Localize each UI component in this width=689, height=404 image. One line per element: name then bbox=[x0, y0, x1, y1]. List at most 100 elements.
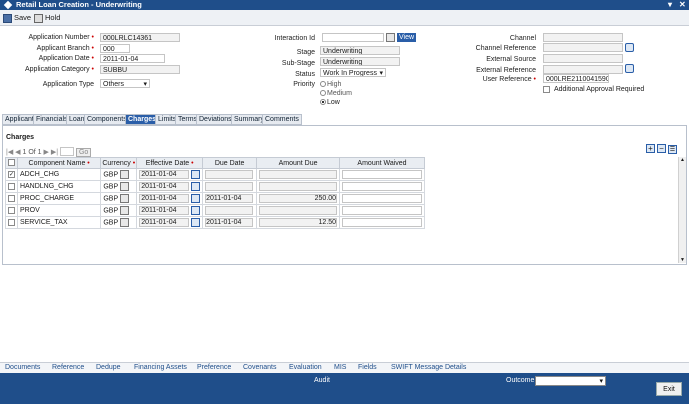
external-reference-field[interactable] bbox=[543, 65, 623, 74]
floppy-disk-icon bbox=[3, 13, 12, 23]
cell-effective-date[interactable]: 2011-01-04 bbox=[136, 204, 204, 217]
lov-search-icon[interactable] bbox=[119, 170, 129, 179]
charges-table: Component Name • Currency • Effective Da… bbox=[5, 157, 425, 229]
table-row[interactable]: PROC_CHARGE GBP 2011-01-04 2011-01-04 25… bbox=[5, 192, 425, 205]
lov-search-icon[interactable] bbox=[119, 182, 129, 191]
table-row[interactable]: ✓ ADCH_CHG GBP 2011-01-04 bbox=[5, 168, 425, 181]
cell-amount-waived[interactable] bbox=[339, 180, 425, 193]
link-dedupe[interactable]: Dedupe bbox=[96, 364, 121, 371]
sub-stage-field[interactable]: Underwriting bbox=[320, 57, 400, 66]
lov-search-icon[interactable] bbox=[119, 218, 129, 227]
row-select[interactable] bbox=[5, 216, 18, 229]
link-covenants[interactable]: Covenants bbox=[243, 364, 276, 371]
scroll-up-icon[interactable]: ▲ bbox=[680, 157, 685, 163]
link-reference[interactable]: Reference bbox=[52, 364, 84, 371]
cell-amount-waived[interactable] bbox=[339, 192, 425, 205]
interaction-id-field[interactable] bbox=[322, 33, 384, 42]
next-page-icon[interactable]: ▶ bbox=[44, 149, 49, 156]
calendar-icon[interactable] bbox=[191, 218, 201, 227]
row-select[interactable] bbox=[5, 192, 18, 205]
cell-amount-waived[interactable] bbox=[339, 168, 425, 181]
row-select[interactable]: ✓ bbox=[5, 168, 18, 181]
close-icon[interactable]: ✕ bbox=[679, 0, 686, 10]
calendar-icon[interactable] bbox=[191, 194, 201, 203]
cell-amount-due bbox=[256, 204, 341, 217]
priority-option-low[interactable]: Low bbox=[320, 98, 340, 107]
lov-search-icon[interactable] bbox=[119, 194, 129, 203]
calendar-icon[interactable] bbox=[191, 182, 201, 191]
save-button[interactable]: Save bbox=[3, 12, 31, 24]
scroll-down-icon[interactable]: ▼ bbox=[680, 257, 685, 263]
comment-icon[interactable] bbox=[625, 43, 634, 52]
link-preference[interactable]: Preference bbox=[197, 364, 231, 371]
view-button[interactable]: View bbox=[397, 33, 417, 42]
single-view-icon[interactable]: ☰ bbox=[667, 145, 677, 154]
status-label: Status bbox=[295, 71, 315, 78]
hold-button[interactable]: Hold bbox=[34, 12, 60, 24]
user-reference-field[interactable]: 000LRE2110041590 bbox=[543, 74, 609, 83]
select-all-header[interactable] bbox=[5, 157, 18, 169]
delete-row-icon[interactable]: − bbox=[656, 144, 666, 153]
channel-field[interactable] bbox=[543, 33, 623, 42]
link-financing-assets[interactable]: Financing Assets bbox=[134, 364, 187, 371]
page-number-input[interactable] bbox=[60, 147, 75, 156]
chevron-down-icon: ▾ bbox=[599, 378, 603, 385]
application-category-field[interactable]: SUBBU bbox=[100, 65, 180, 74]
cell-amount-waived[interactable] bbox=[339, 216, 425, 229]
status-select[interactable]: Work In Progress ▾ bbox=[320, 68, 386, 77]
last-page-icon[interactable]: ▶| bbox=[51, 149, 58, 156]
table-row[interactable]: PROV GBP 2011-01-04 bbox=[5, 204, 425, 217]
charges-panel: Charges |◀ ◀ 1 Of 1 ▶ ▶| Go + − ☰ Compon… bbox=[2, 125, 687, 265]
cell-effective-date[interactable]: 2011-01-04 bbox=[136, 180, 204, 193]
cell-due-date: 2011-01-04 bbox=[202, 216, 258, 229]
minimize-icon[interactable]: ▾ bbox=[668, 0, 672, 10]
cell-currency: GBP bbox=[100, 168, 138, 181]
table-row[interactable]: HANDLNG_CHG GBP 2011-01-04 bbox=[5, 180, 425, 193]
calendar-icon[interactable] bbox=[191, 170, 201, 179]
cell-amount-waived[interactable] bbox=[339, 204, 425, 217]
add-row-icon[interactable]: + bbox=[646, 144, 655, 153]
bottom-links-bar: Documents Reference Dedupe Financing Ass… bbox=[0, 362, 689, 373]
stage-field[interactable]: Underwriting bbox=[320, 46, 400, 55]
applicant-branch-field[interactable]: 000 bbox=[100, 44, 130, 53]
vertical-scrollbar[interactable]: ▲ ▼ bbox=[678, 157, 686, 263]
additional-approval-checkbox[interactable]: Additional Approval Required bbox=[543, 85, 644, 94]
tab-comments[interactable]: Comments bbox=[262, 114, 302, 125]
application-date-field[interactable]: 2011-01-04 bbox=[100, 54, 165, 63]
row-select[interactable] bbox=[5, 204, 18, 217]
exit-button[interactable]: Exit bbox=[656, 382, 682, 396]
cell-component: PROC_CHARGE bbox=[16, 192, 102, 205]
outcome-label: Outcome bbox=[506, 377, 535, 384]
priority-option-high[interactable]: High bbox=[320, 80, 341, 89]
first-page-icon[interactable]: |◀ bbox=[6, 149, 13, 156]
cell-effective-date[interactable]: 2011-01-04 bbox=[136, 216, 204, 229]
cell-effective-date[interactable]: 2011-01-04 bbox=[136, 168, 204, 181]
comment-icon[interactable] bbox=[625, 64, 634, 73]
outcome-select[interactable]: ▾ bbox=[535, 376, 606, 386]
external-source-field[interactable] bbox=[543, 54, 623, 63]
tab-deviations[interactable]: Deviations bbox=[196, 114, 235, 125]
link-fields[interactable]: Fields bbox=[358, 364, 377, 371]
application-type-select[interactable]: Others ▾ bbox=[100, 79, 150, 88]
tab-financials[interactable]: Financials bbox=[33, 114, 71, 125]
lov-search-icon[interactable] bbox=[119, 206, 129, 215]
go-button[interactable]: Go bbox=[75, 148, 92, 157]
calendar-icon[interactable] bbox=[191, 206, 201, 215]
toolbar: Save Hold bbox=[0, 10, 689, 26]
cell-effective-date[interactable]: 2011-01-04 bbox=[136, 192, 204, 205]
audit-link[interactable]: Audit bbox=[314, 377, 330, 384]
lov-search-icon[interactable] bbox=[386, 33, 395, 42]
link-documents[interactable]: Documents bbox=[5, 364, 40, 371]
row-select[interactable] bbox=[5, 180, 18, 193]
tab-components[interactable]: Components bbox=[84, 114, 130, 125]
link-mis[interactable]: MIS bbox=[334, 364, 346, 371]
tab-charges[interactable]: Charges bbox=[125, 114, 160, 125]
link-evaluation[interactable]: Evaluation bbox=[289, 364, 322, 371]
channel-reference-field[interactable] bbox=[543, 43, 623, 52]
table-row[interactable]: SERVICE_TAX GBP 2011-01-04 2011-01-04 12… bbox=[5, 216, 425, 229]
priority-option-medium[interactable]: Medium bbox=[320, 89, 352, 98]
tab-applicant[interactable]: Applicant bbox=[2, 114, 37, 125]
prev-page-icon[interactable]: ◀ bbox=[15, 149, 20, 156]
application-number-field[interactable]: 000LRLC14361 bbox=[100, 33, 180, 42]
link-swift-message-details[interactable]: SWIFT Message Details bbox=[391, 364, 466, 371]
